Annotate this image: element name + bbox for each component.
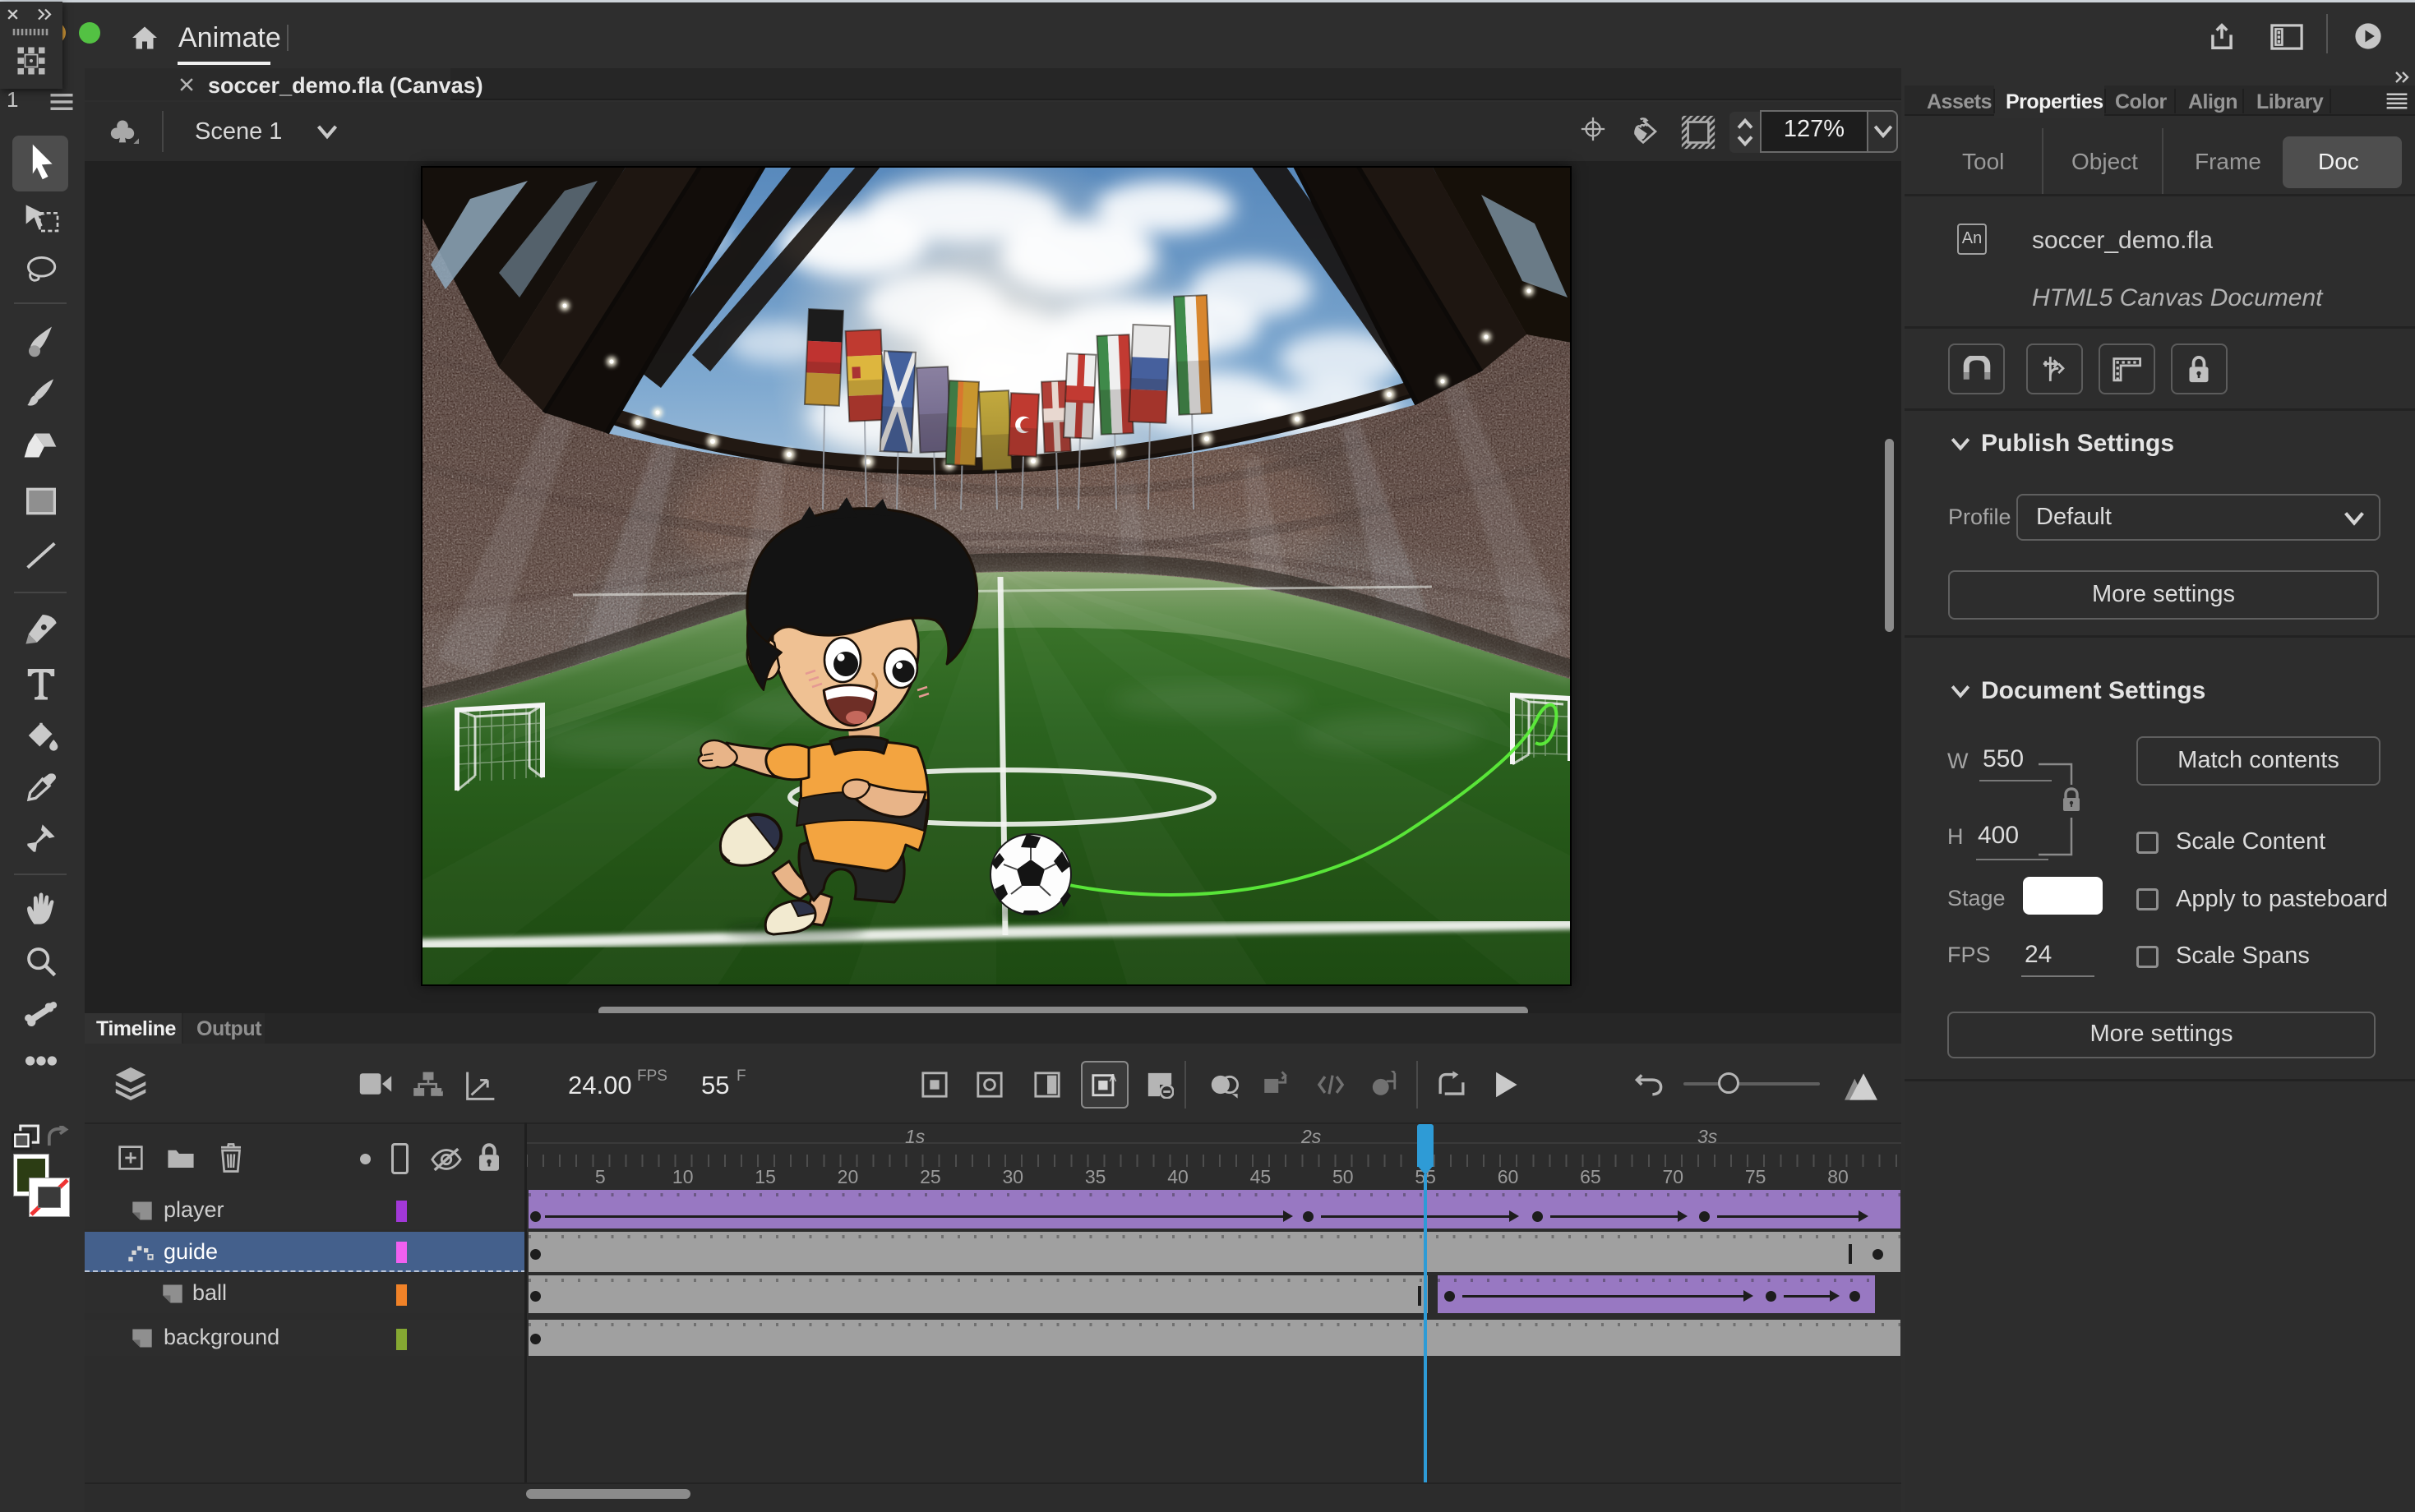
svg-text:A: A	[1110, 1072, 1117, 1084]
